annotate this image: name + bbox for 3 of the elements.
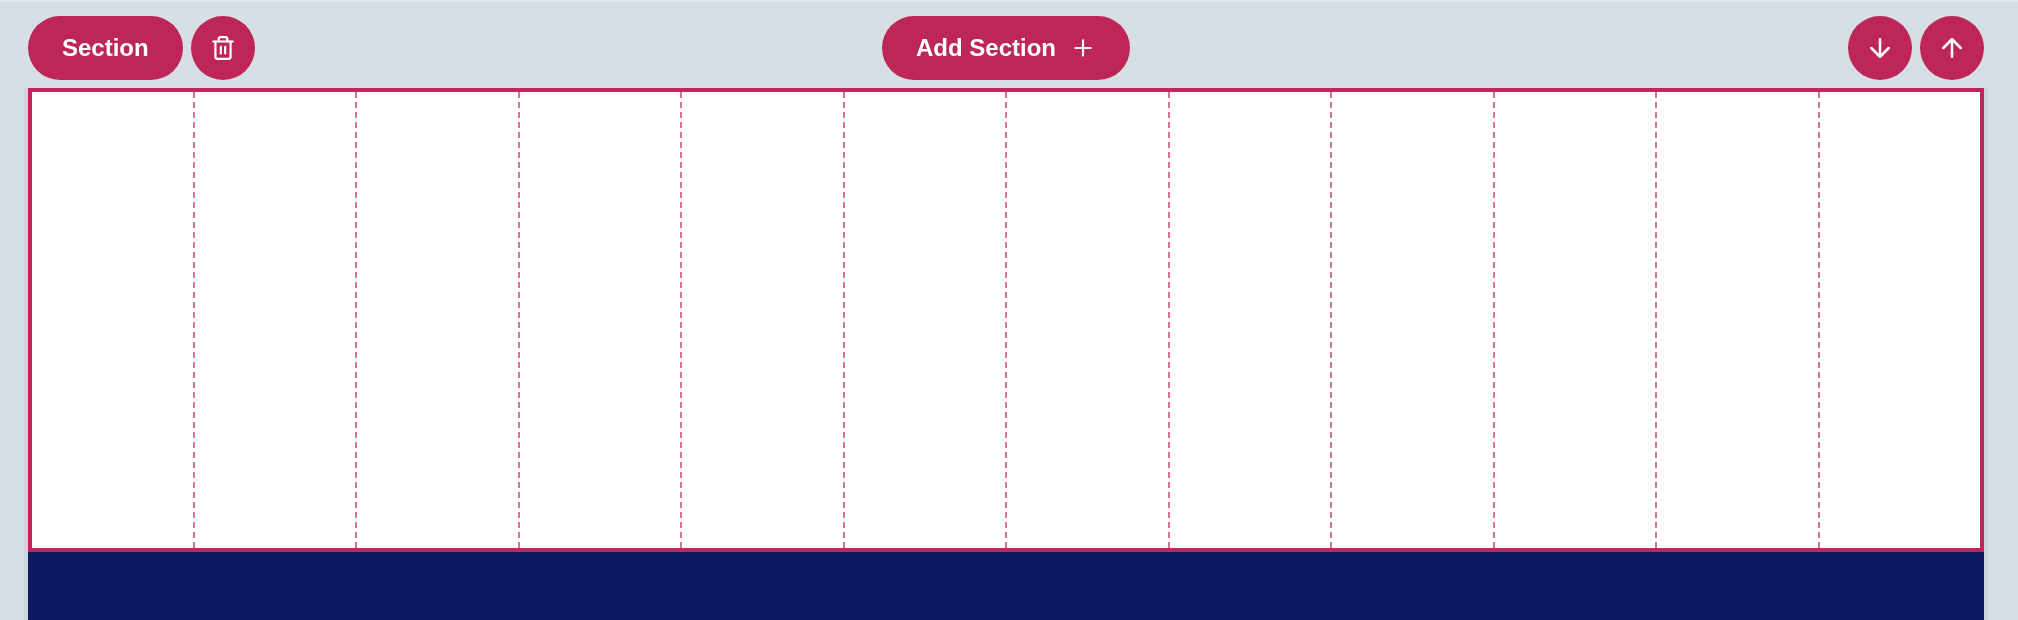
trash-icon [209, 35, 236, 61]
add-section-button[interactable]: Add Section [882, 16, 1130, 80]
section-button[interactable]: Section [28, 16, 183, 80]
